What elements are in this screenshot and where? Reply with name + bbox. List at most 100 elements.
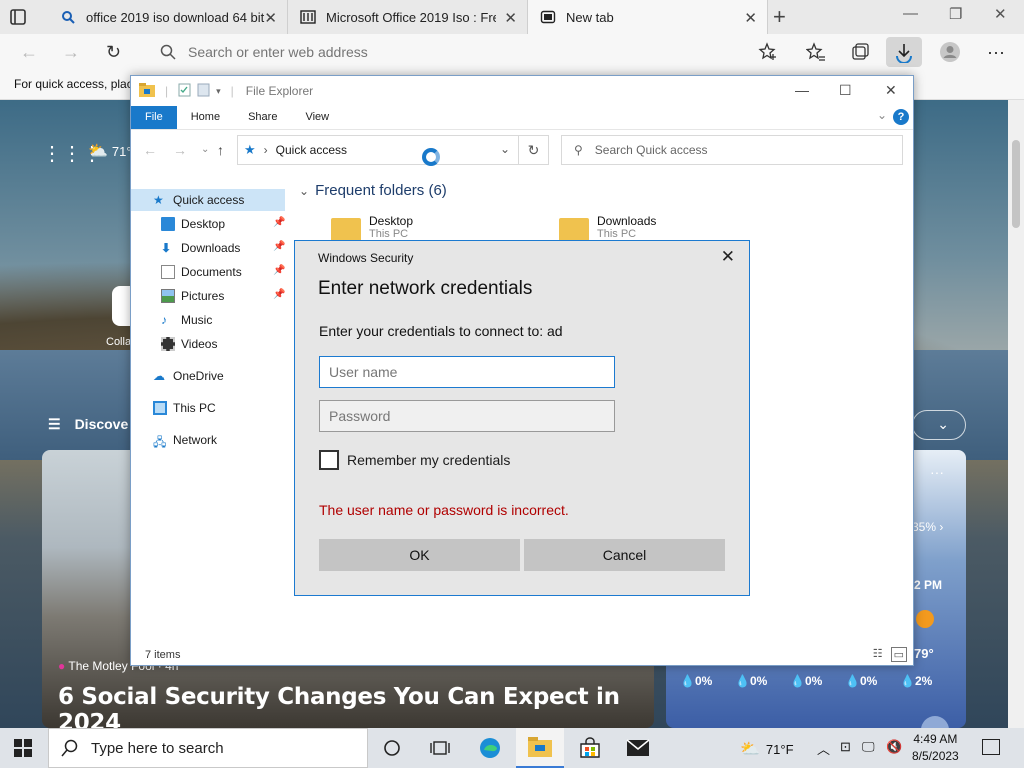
edge-browser-icon[interactable]	[466, 728, 514, 768]
meet-now-icon[interactable]: ⊡	[840, 739, 851, 755]
scrollbar-thumb[interactable]	[1012, 140, 1020, 228]
page-scrollbar[interactable]	[1008, 100, 1024, 728]
task-view-icon[interactable]	[416, 728, 464, 768]
maximize-icon[interactable]: ☐	[839, 82, 852, 99]
taskbar-search[interactable]: Type here to search	[48, 728, 368, 768]
personalize-dropdown[interactable]: ⌄	[912, 410, 966, 440]
forward-icon[interactable]: →	[173, 142, 187, 158]
close-window-icon[interactable]: ✕	[994, 5, 1007, 23]
password-field[interactable]	[319, 400, 615, 432]
new-tab-button[interactable]: +	[773, 4, 793, 30]
precip-value: 💧0%	[680, 674, 713, 688]
breadcrumb-separator-icon: ›	[263, 143, 268, 157]
windows-start-icon[interactable]	[14, 739, 32, 757]
back-icon[interactable]: ←	[143, 142, 157, 158]
pin-icon[interactable]: 📌	[273, 289, 285, 300]
close-icon[interactable]: ✕	[721, 247, 735, 267]
pin-icon[interactable]: 📌	[273, 265, 285, 276]
refresh-button[interactable]: ↻	[519, 135, 549, 165]
weather-scroll-button[interactable]	[921, 716, 949, 728]
error-message: The user name or password is incorrect.	[319, 502, 569, 518]
refresh-icon[interactable]: ↻	[106, 42, 121, 63]
pin-icon[interactable]: 📌	[273, 241, 285, 252]
collections-icon[interactable]	[848, 40, 872, 64]
sidebar-item-desktop[interactable]: Desktop	[161, 213, 225, 235]
expand-ribbon-icon[interactable]: ⌄	[877, 108, 887, 122]
mail-icon[interactable]	[614, 728, 662, 768]
ok-button[interactable]: OK	[319, 539, 520, 571]
close-tab-icon[interactable]: ✕	[744, 9, 757, 27]
cancel-button[interactable]: Cancel	[524, 539, 725, 571]
ribbon-tab-view[interactable]: View	[291, 106, 343, 129]
sidebar-item-downloads[interactable]: ⬇ Downloads	[161, 237, 240, 259]
up-icon[interactable]: ↑	[217, 142, 224, 158]
recent-locations-icon[interactable]: ⌄	[201, 144, 209, 155]
close-tab-icon[interactable]: ✕	[264, 9, 277, 27]
sidebar-item-pictures[interactable]: Pictures	[161, 285, 224, 307]
sun-icon	[916, 610, 934, 628]
file-explorer-icon[interactable]	[516, 728, 564, 768]
task-view-circle-icon[interactable]	[368, 728, 416, 768]
sidebar-item-music[interactable]: ♪ Music	[161, 309, 212, 331]
chevron-down-icon[interactable]: ⌄	[500, 142, 510, 156]
more-menu-icon[interactable]: ···	[984, 40, 1008, 64]
sidebar-item-network[interactable]: 🖧 Network	[153, 429, 217, 451]
ribbon-tab-share[interactable]: Share	[234, 106, 291, 129]
show-hidden-icons-icon[interactable]: ︿	[817, 739, 830, 758]
discover-label[interactable]: Discove	[75, 416, 129, 433]
ribbon-tab-file[interactable]: File	[131, 106, 177, 129]
news-headline[interactable]: 6 Social Security Changes You Can Expect…	[58, 684, 654, 728]
sidebar-item-this-pc[interactable]: This PC	[153, 397, 216, 419]
sidebar-item-onedrive[interactable]: ☁ OneDrive	[153, 365, 224, 387]
group-header-frequent-folders[interactable]: ⌄ Frequent folders (6)	[299, 182, 447, 199]
folder-location: This PC	[597, 228, 637, 240]
properties-icon[interactable]	[178, 83, 191, 100]
busy-cursor-icon	[422, 148, 440, 166]
minimize-icon[interactable]: —	[795, 82, 809, 98]
large-icons-view-icon[interactable]: ▭	[890, 647, 907, 662]
volume-muted-icon[interactable]: 🔇	[886, 739, 902, 755]
store-icon[interactable]	[566, 728, 614, 768]
profile-avatar[interactable]	[938, 40, 962, 64]
sidebar-item-quick-access[interactable]: ★ Quick access	[131, 189, 285, 211]
add-favorite-icon[interactable]	[756, 40, 780, 64]
new-folder-icon[interactable]	[197, 83, 210, 100]
browser-tab-newtab[interactable]: New tab ✕	[528, 0, 768, 34]
pin-icon[interactable]: 📌	[273, 217, 285, 228]
explorer-search[interactable]: ⚲ Search Quick access	[561, 135, 903, 165]
refresh-icon: ↻	[527, 142, 540, 158]
sidebar-item-videos[interactable]: Videos	[161, 333, 217, 355]
downloads-icon[interactable]	[886, 37, 922, 67]
back-icon[interactable]: ←	[20, 42, 38, 63]
details-view-icon[interactable]: ☷	[873, 647, 883, 662]
taskbar-weather[interactable]: ⛅ 71°F	[740, 739, 794, 759]
forward-icon[interactable]: →	[62, 42, 80, 63]
remember-credentials-checkbox[interactable]: Remember my credentials	[319, 450, 510, 470]
browser-tab-archive[interactable]: Microsoft Office 2019 Iso : Free D ✕	[288, 0, 528, 34]
desktop-icon	[161, 217, 175, 231]
tab-actions-icon[interactable]	[8, 7, 28, 27]
weather-widget[interactable]: ⛅ 71°	[88, 141, 132, 161]
favorites-icon[interactable]	[804, 40, 828, 64]
address-bar[interactable]	[146, 37, 746, 67]
close-window-icon[interactable]: ✕	[885, 82, 897, 99]
weather-more-icon[interactable]: ···	[930, 464, 944, 480]
help-icon[interactable]: ?	[893, 109, 909, 125]
restore-icon[interactable]: ❐	[949, 5, 962, 23]
notification-center-icon[interactable]	[982, 739, 1000, 755]
customize-dropdown-icon[interactable]: ▾	[216, 86, 221, 97]
taskbar-clock[interactable]: 4:49 AM 8/5/2023	[912, 731, 959, 765]
browser-tab-search[interactable]: office 2019 iso download 64 bit - ✕	[48, 0, 288, 34]
explorer-address-bar[interactable]: ★ › Quick access ⌄	[237, 135, 519, 165]
menu-icon[interactable]: ☰	[48, 416, 61, 433]
sidebar-item-documents[interactable]: Documents	[161, 261, 242, 283]
checkbox-box[interactable]	[319, 450, 339, 470]
network-tray-icon[interactable]: 🖵	[862, 739, 875, 755]
breadcrumb[interactable]: Quick access	[276, 143, 347, 157]
address-input[interactable]	[188, 44, 708, 60]
close-tab-icon[interactable]: ✕	[504, 9, 517, 27]
username-field[interactable]	[319, 356, 615, 388]
partly-cloudy-icon: ⛅	[740, 741, 760, 758]
ribbon-tab-home[interactable]: Home	[177, 106, 234, 129]
minimize-icon[interactable]: —	[903, 5, 918, 22]
